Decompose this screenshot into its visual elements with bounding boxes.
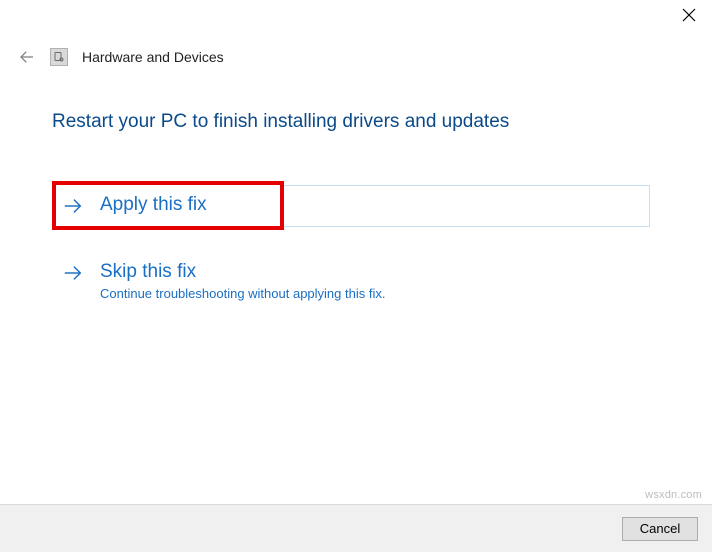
cancel-button[interactable]: Cancel: [622, 517, 698, 541]
arrow-right-icon: [62, 195, 84, 217]
skip-fix-title: Skip this fix: [100, 260, 385, 285]
watermark: wsxdn.com: [645, 489, 702, 501]
titlebar: [0, 0, 712, 38]
skip-fix-text: Skip this fix Continue troubleshooting w…: [100, 260, 385, 302]
footer-bar: Cancel: [0, 504, 712, 552]
apply-fix-title: Apply this fix: [100, 193, 207, 218]
skip-fix-option[interactable]: Skip this fix Continue troubleshooting w…: [52, 248, 660, 314]
breadcrumb-row: Hardware and Devices: [0, 38, 712, 66]
apply-fix-option[interactable]: Apply this fix: [52, 181, 284, 230]
main-heading: Restart your PC to finish installing dri…: [52, 111, 660, 133]
content-area: Restart your PC to finish installing dri…: [0, 66, 712, 313]
close-icon[interactable]: [682, 8, 696, 22]
skip-fix-subtitle: Continue troubleshooting without applyin…: [100, 286, 385, 301]
device-icon: [50, 48, 68, 66]
apply-fix-text: Apply this fix: [100, 193, 207, 218]
troubleshooter-title: Hardware and Devices: [82, 49, 224, 65]
back-arrow-icon: [18, 48, 36, 66]
arrow-right-icon: [62, 262, 84, 284]
